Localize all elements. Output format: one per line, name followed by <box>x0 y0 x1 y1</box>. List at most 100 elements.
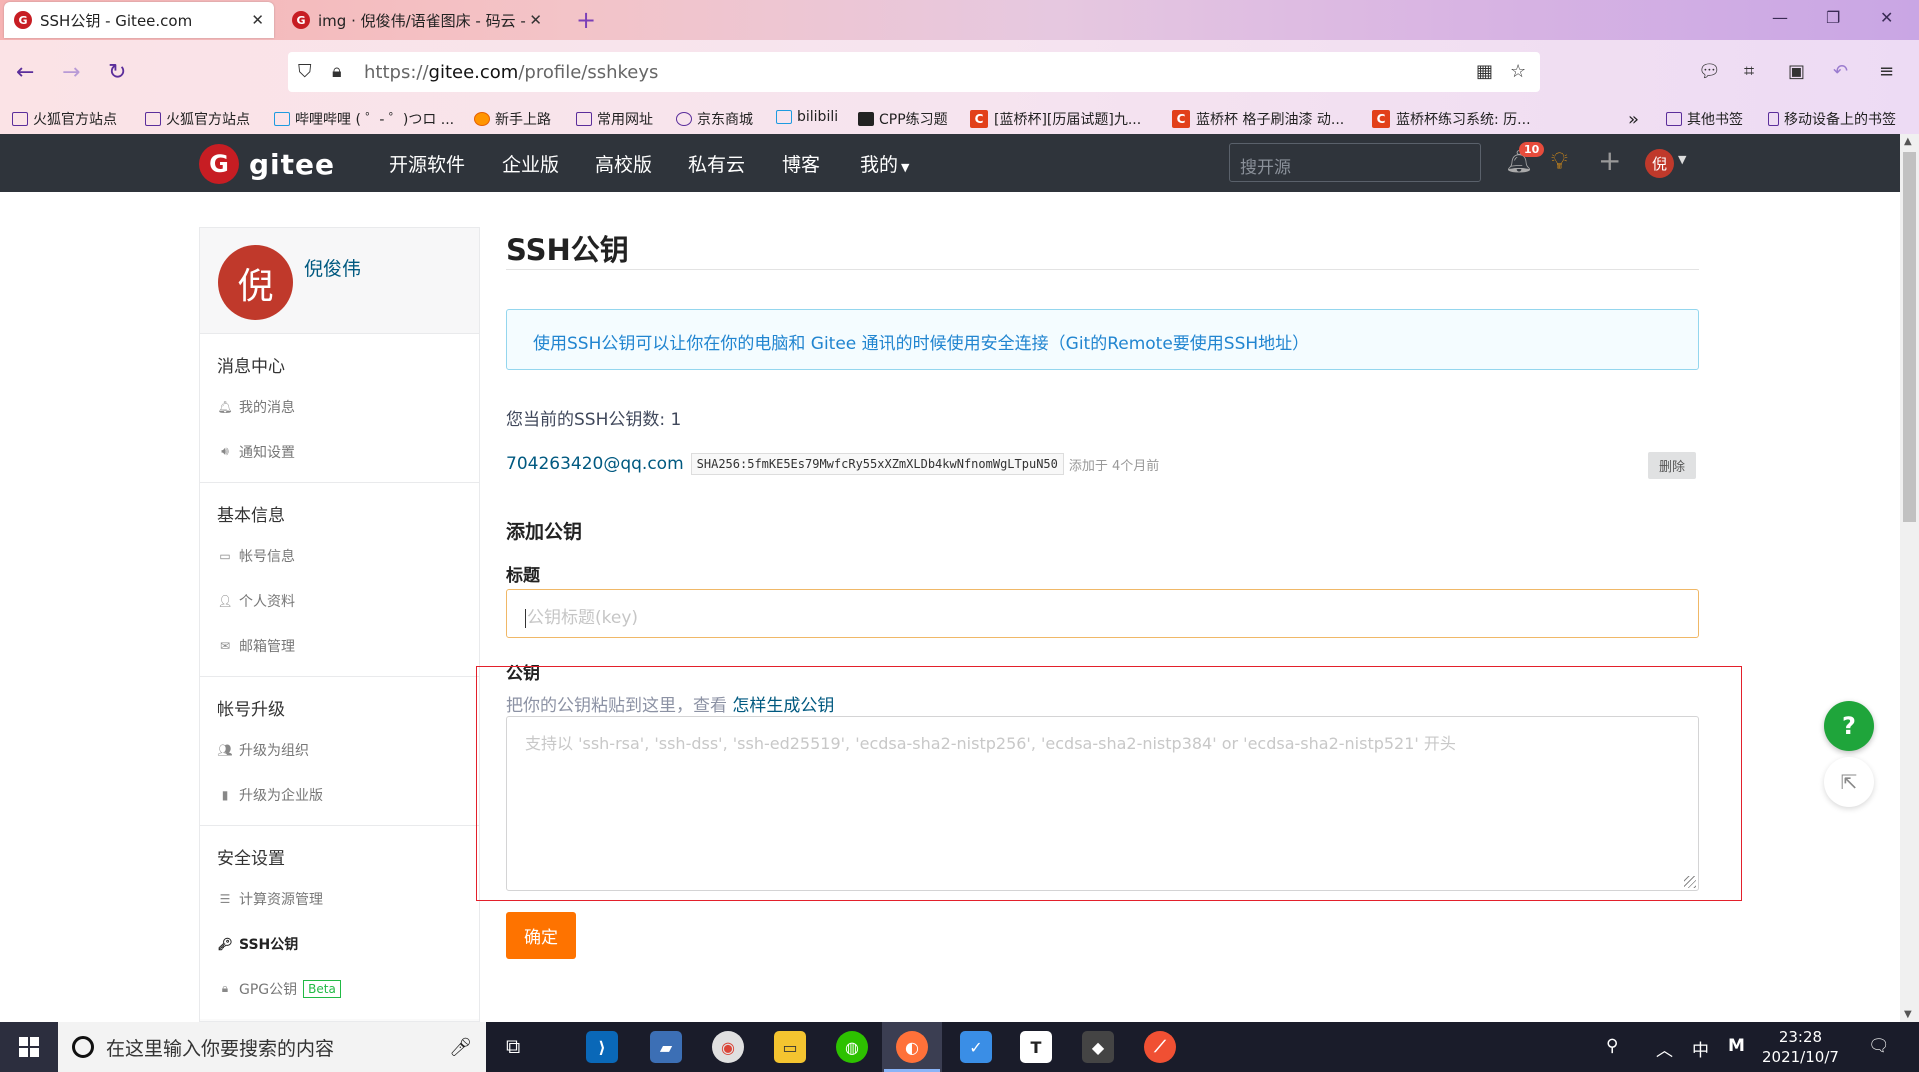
taskbar-search-box[interactable]: 在这里输入你要搜索的内容 🎤︎ <box>58 1022 486 1072</box>
forward-arrow-icon[interactable]: → <box>62 60 80 85</box>
reload-icon[interactable]: ↻ <box>108 60 126 85</box>
user-name-link[interactable]: 倪俊伟 <box>304 254 361 281</box>
sidebar-item-email[interactable]: ✉ 邮箱管理 <box>200 623 479 668</box>
bookmark-item[interactable]: bilibili <box>776 109 838 125</box>
browser-tab[interactable]: G img · 倪俊伟/语雀图床 - 码云 - ✕ <box>282 2 552 38</box>
bookmark-item[interactable]: 京东商城 <box>676 109 753 129</box>
submit-button[interactable]: 确定 <box>506 912 576 959</box>
sidebar-group-title: 帐号升级 <box>217 700 285 720</box>
bookmark-item[interactable]: 哔哩哔哩 ( ゜- ゜)つロ ... <box>274 109 454 129</box>
wechat-icon[interactable]: ◍ <box>836 1031 868 1063</box>
sidebar-item-notification-settings[interactable]: 🔊︎ 通知设置 <box>200 429 479 474</box>
sidebar-item-gpg-keys[interactable]: 🔒︎ GPG公钥 Beta <box>200 966 479 1011</box>
help-question-icon[interactable]: ? <box>1824 701 1874 751</box>
git-icon[interactable]: ◆ <box>1082 1031 1114 1063</box>
chat-icon[interactable]: 💬︎ <box>1698 61 1721 82</box>
folder-icon <box>576 112 592 126</box>
user-avatar[interactable]: 倪 <box>1645 149 1674 178</box>
header-search-input[interactable]: 搜开源 <box>1229 143 1481 182</box>
bookmark-item[interactable]: 火狐官方站点 <box>145 109 250 129</box>
sidebar-item-upgrade-org[interactable]: 👥︎ 升级为组织 <box>200 727 479 772</box>
app-window-icon[interactable]: ▰ <box>650 1031 682 1063</box>
bookmark-item[interactable]: CPP练习题 <box>858 109 948 129</box>
window-close-icon[interactable]: ✕ <box>1880 8 1893 27</box>
bookmark-item[interactable]: 其他书签 <box>1666 109 1743 129</box>
address-bar[interactable]: ⛉ 🔒︎ https://gitee.com/profile/sshkeys ▦… <box>288 52 1540 92</box>
close-tab-icon[interactable]: ✕ <box>529 11 542 29</box>
nav-blog[interactable]: 博客 <box>782 150 820 177</box>
nav-enterprise[interactable]: 企业版 <box>502 150 559 177</box>
vscode-icon[interactable]: ⟩ <box>586 1031 618 1063</box>
bookmark-item[interactable]: C 蓝桥杯 格子刷油漆 动... <box>1172 109 1344 129</box>
folder-icon <box>12 112 28 126</box>
delete-key-button[interactable]: 删除 <box>1647 452 1696 479</box>
close-tab-icon[interactable]: ✕ <box>251 11 264 29</box>
sidebar-item-ssh-keys[interactable]: 🔑︎ SSH公钥 <box>200 921 479 966</box>
scrollbar-thumb[interactable] <box>1903 152 1916 522</box>
key-count: 您当前的SSH公钥数: 1 <box>506 410 682 430</box>
notification-center-icon[interactable]: 🗨︎ <box>1868 1036 1890 1056</box>
sidebar-group-basic-info: 基本信息 ▭ 帐号信息 👤︎ 个人资料 ✉ 邮箱管理 <box>200 483 479 677</box>
sidebar-item-upgrade-enterprise[interactable]: ▮ 升级为企业版 <box>200 772 479 817</box>
mobile-icon <box>1768 112 1779 126</box>
bookmark-item[interactable]: 火狐官方站点 <box>12 109 117 129</box>
chevron-more-icon[interactable]: » <box>1628 109 1639 130</box>
bookmark-item[interactable]: 移动设备上的书签 <box>1768 109 1896 129</box>
sidebar-item-my-messages[interactable]: 🔔︎ 我的消息 <box>200 384 479 429</box>
bookmark-item[interactable]: C [蓝桥杯][历届试题]九... <box>970 109 1141 129</box>
browser-nav-bar: ← → ↻ ⛉ 🔒︎ https://gitee.com/profile/ssh… <box>0 40 1919 106</box>
shield-icon[interactable]: ⛉ <box>298 61 312 82</box>
typora-icon[interactable]: T <box>1020 1031 1052 1063</box>
browser-tab-active[interactable]: G SSH公钥 - Gitee.com ✕ <box>4 2 274 38</box>
nav-open-source[interactable]: 开源软件 <box>389 150 465 177</box>
code-icon <box>858 112 874 126</box>
share-external-icon[interactable]: ⇱ <box>1824 757 1874 807</box>
compass-app-icon[interactable]: ⟋ <box>1144 1031 1176 1063</box>
sidebar-item-account-info[interactable]: ▭ 帐号信息 <box>200 533 479 578</box>
scroll-down-icon[interactable]: ▼ <box>1904 1009 1912 1020</box>
firefox-icon[interactable]: ◐ <box>884 1031 940 1072</box>
nav-mine[interactable]: 我的 ▼ <box>860 150 909 177</box>
people-icon[interactable]: ⚲ <box>1606 1036 1618 1056</box>
users-icon: 👥︎ <box>217 742 233 757</box>
star-bookmark-icon[interactable]: ☆ <box>1510 61 1526 82</box>
crop-icon[interactable]: ⌗ <box>1744 61 1754 82</box>
bell-icon: 🔔︎ <box>217 399 233 414</box>
nav-private-cloud[interactable]: 私有云 <box>688 150 745 177</box>
lock-icon[interactable]: 🔒︎ <box>332 61 342 82</box>
new-tab-plus-icon[interactable]: + <box>576 6 596 34</box>
file-explorer-icon[interactable]: ▭ <box>774 1031 806 1063</box>
sidebar-item-compute-resources[interactable]: ☰ 计算资源管理 <box>200 876 479 921</box>
ime-mode[interactable]: M <box>1728 1036 1745 1056</box>
tray-chevron-up-icon[interactable]: ︿ <box>1656 1036 1673 1061</box>
taskbar-clock[interactable]: 23:28 2021/10/7 <box>1762 1027 1839 1067</box>
caret-down-icon[interactable]: ▼ <box>1678 153 1686 166</box>
microphone-icon[interactable]: 🎤︎ <box>449 1037 472 1058</box>
key-title-input[interactable]: 公钥标题(key) <box>506 589 1699 638</box>
lightbulb-icon[interactable]: 💡︎ <box>1551 147 1568 175</box>
chrome-icon[interactable]: ◉ <box>712 1031 744 1063</box>
sidebar-item-profile[interactable]: 👤︎ 个人资料 <box>200 578 479 623</box>
back-arrow-icon[interactable]: ← <box>16 60 34 85</box>
undo-icon[interactable]: ↶ <box>1833 61 1848 82</box>
qr-code-icon[interactable]: ▦ <box>1476 61 1493 82</box>
avatar[interactable]: 倪 <box>218 245 293 320</box>
extension-icon[interactable]: ▣ <box>1788 61 1805 82</box>
minimize-icon[interactable]: — <box>1772 8 1788 27</box>
vertical-scrollbar[interactable]: ▲ ▼ <box>1900 134 1919 1022</box>
restore-icon[interactable]: ❐ <box>1826 8 1840 27</box>
gitee-logo[interactable]: G gitee <box>199 144 335 184</box>
task-view-icon[interactable]: ⧉ <box>506 1034 520 1058</box>
scroll-up-icon[interactable]: ▲ <box>1904 136 1912 147</box>
speaker-icon: 🔊︎ <box>221 444 229 458</box>
windows-start-button[interactable] <box>0 1022 58 1072</box>
menu-icon[interactable]: ≡ <box>1879 61 1894 82</box>
bookmark-item[interactable]: 常用网址 <box>576 109 653 129</box>
create-plus-icon[interactable]: + <box>1598 144 1621 177</box>
ime-language[interactable]: 中 <box>1692 1036 1709 1061</box>
bookmark-item[interactable]: C 蓝桥杯练习系统: 历... <box>1372 109 1531 129</box>
feishu-icon[interactable]: ✓ <box>960 1031 992 1063</box>
nav-education[interactable]: 高校版 <box>595 150 652 177</box>
key-title-link[interactable]: 704263420@qq.com <box>506 454 684 474</box>
bookmark-item[interactable]: 新手上路 <box>474 109 551 129</box>
